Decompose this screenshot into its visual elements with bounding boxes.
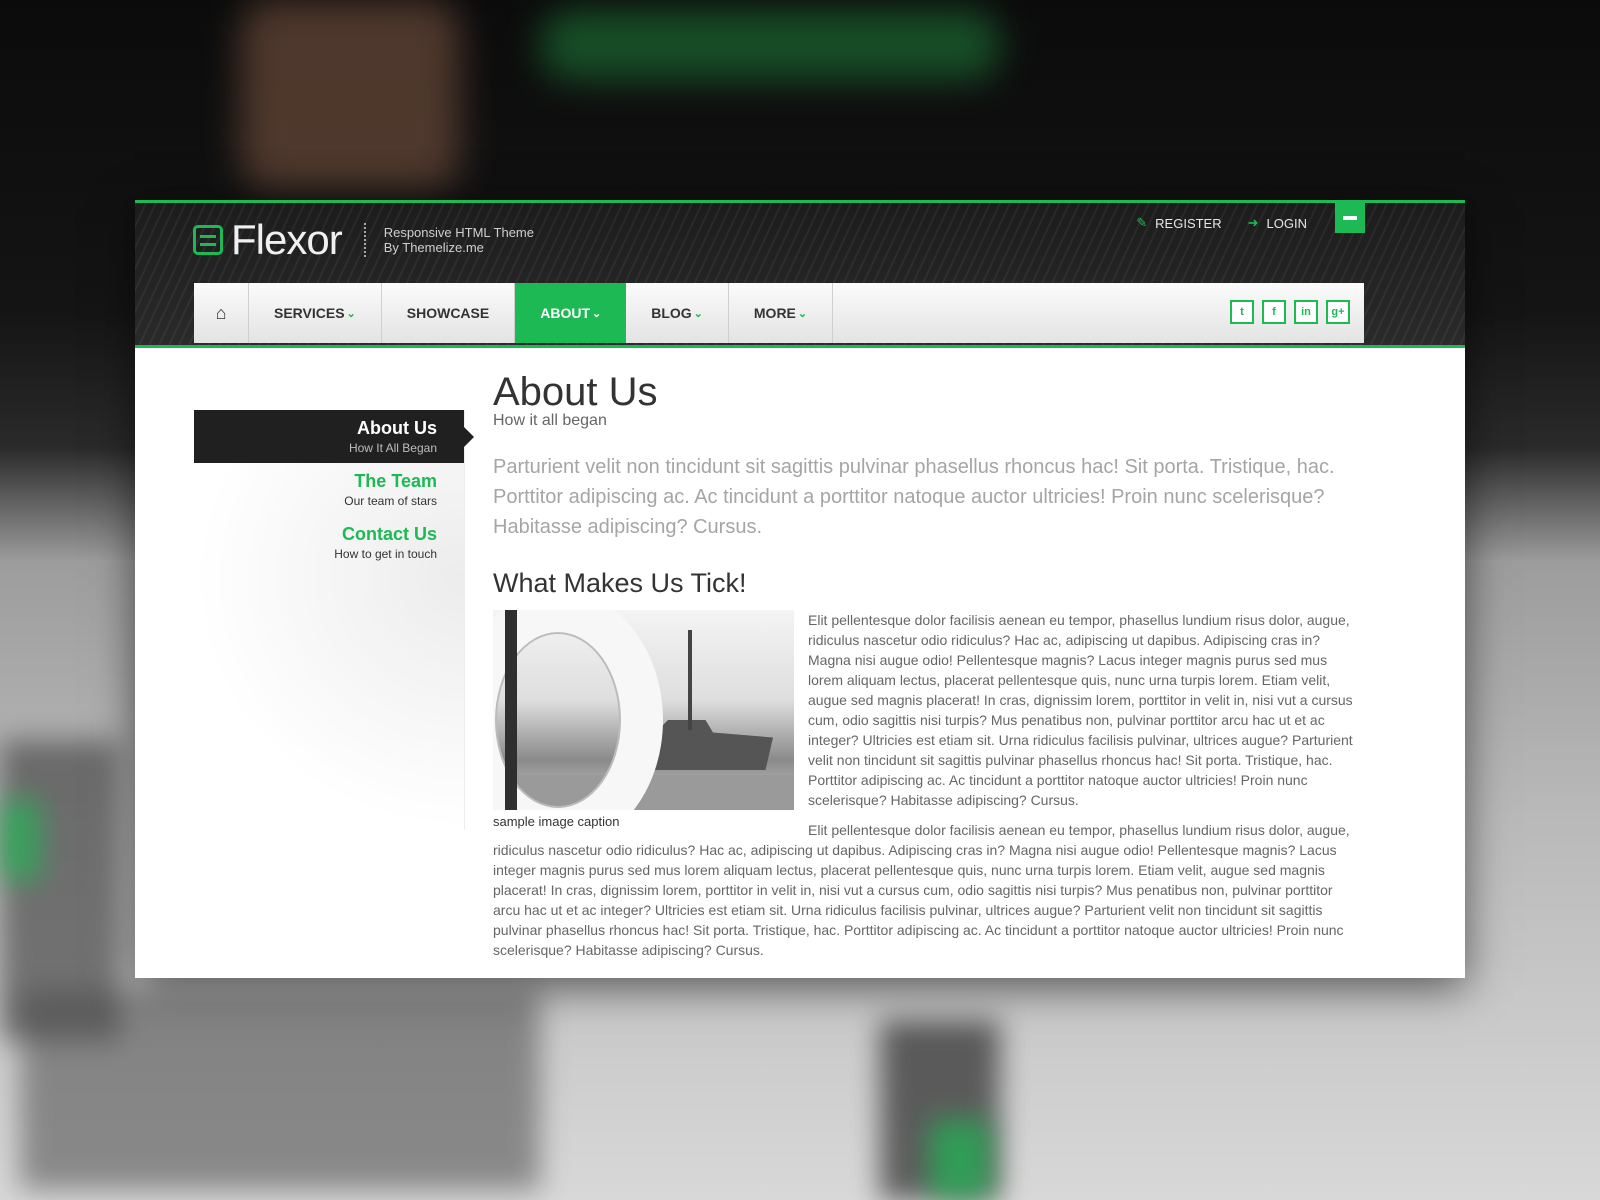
tagline-line-2: By Themelize.me [383,240,484,255]
logo-divider [363,223,366,257]
social-links: t f in g+ [1230,300,1350,324]
login-link[interactable]: ➜ LOGIN [1248,215,1307,231]
background-glow [240,0,460,190]
brand-name: Flexor [231,216,343,263]
sidebar-item-about-us[interactable]: About Us How It All Began [194,410,474,463]
logo-icon [193,225,223,255]
main-content: About Us How it all began Parturient vel… [493,370,1363,960]
photo-lifebuoy [493,610,663,810]
chevron-down-icon: ⌄ [592,307,602,320]
browser-page: Flexor Responsive HTML Theme By Themeliz… [135,200,1465,978]
sidebar-item-the-team[interactable]: The Team Our team of stars [194,463,464,516]
main-nav: ⌂ SERVICES ⌄ SHOWCASE ABOUT ⌄ BLOG ⌄ MORE ⌄ … [194,283,1364,343]
login-label: LOGIN [1266,215,1307,231]
chevron-down-icon: ⌄ [346,307,356,320]
photo-mast [688,630,692,730]
chevron-down-icon: ⌄ [693,307,703,320]
photo-pole [505,610,517,810]
tagline-line-1: Responsive HTML Theme [383,225,534,240]
sidebar-item-title: Contact Us [341,524,437,544]
image-caption: sample image caption [493,814,620,829]
nav-more-label: MORE [753,305,796,321]
sidebar-nav: About Us How It All Began The Team Our t… [194,410,474,569]
sidebar-item-title: The Team [354,471,437,491]
nav-showcase-label: SHOWCASE [406,305,490,321]
sidebar-item-subtitle: How It All Began [348,441,437,455]
brand-logo[interactable]: Flexor Responsive HTML Theme By Themeliz… [193,215,534,265]
background-block [0,800,40,880]
nav-services[interactable]: SERVICES ⌄ [249,283,382,343]
nav-services-label: SERVICES [274,305,345,321]
background-glow [540,10,1000,80]
lead-paragraph: Parturient velit non tincidunt sit sagit… [493,456,1335,538]
page-title: About Us [493,370,658,414]
edit-icon: ✎ [1136,215,1148,230]
site-header: Flexor Responsive HTML Theme By Themeliz… [135,200,1465,348]
brand-tagline: Responsive HTML Theme By Themelize.me [384,225,534,255]
google-plus-icon[interactable]: g+ [1326,300,1350,324]
register-label: REGISTER [1155,215,1222,231]
body-paragraph: Elit pellentesque dolor facilisis aenean… [493,822,1350,958]
sidebar-item-subtitle: Our team of stars [344,494,437,508]
home-icon: ⌂ [215,302,227,323]
minus-icon [1343,216,1357,220]
sidebar-item-subtitle: How to get in touch [334,547,437,561]
ship-photo [493,610,794,810]
register-link[interactable]: ✎ REGISTER [1136,215,1221,231]
login-icon: ➜ [1247,215,1259,230]
collapse-header-button[interactable] [1335,203,1365,233]
image-figure: sample image caption [493,610,794,829]
nav-home[interactable]: ⌂ [194,283,249,343]
nav-about-label: ABOUT [540,305,590,321]
sidebar-item-title: About Us [357,418,437,438]
section-title: What Makes Us Tick! [493,568,747,598]
account-links: ✎ REGISTER ➜ LOGIN [1136,215,1307,231]
nav-more[interactable]: MORE ⌄ [729,283,834,343]
background-block [930,1120,990,1200]
sidebar-item-contact-us[interactable]: Contact Us How to get in touch [194,516,464,569]
nav-blog-label: BLOG [651,305,692,321]
chevron-down-icon: ⌄ [797,307,808,320]
page-subtitle: How it all began [493,412,607,429]
nav-blog[interactable]: BLOG ⌄ [626,283,729,343]
twitter-icon[interactable]: t [1230,300,1254,324]
nav-about[interactable]: ABOUT ⌄ [515,283,627,343]
nav-showcase[interactable]: SHOWCASE [382,283,516,343]
background-block [20,990,540,1190]
facebook-icon[interactable]: f [1262,300,1286,324]
linkedin-icon[interactable]: in [1294,300,1318,324]
